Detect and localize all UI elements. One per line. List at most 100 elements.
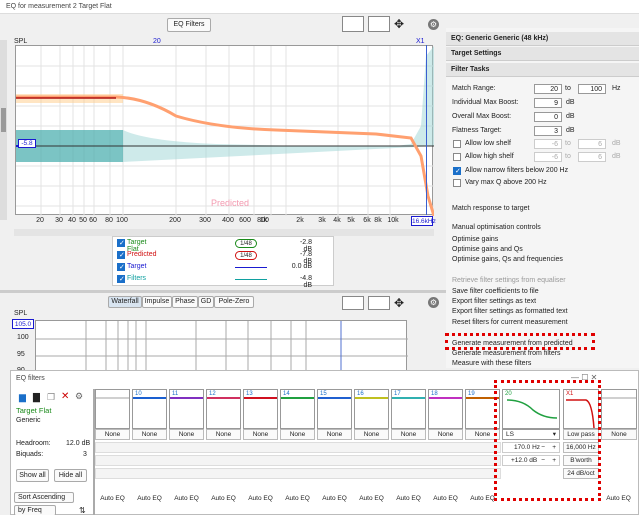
display-icon[interactable]	[342, 16, 364, 32]
legend-checkbox[interactable]	[117, 251, 125, 259]
low-shelf-max[interactable]: 6	[578, 139, 606, 149]
optimise-gains-link[interactable]: Optimise gains	[452, 236, 498, 243]
eq-header[interactable]: EQ: Generic Generic (48 kHz)	[446, 32, 639, 46]
folder-icon[interactable]: ▆	[19, 392, 26, 403]
filter-type[interactable]: None	[280, 429, 315, 440]
tick-label: 3k	[318, 217, 326, 224]
narrow-filters-checkbox[interactable]	[453, 167, 461, 175]
export-text-link[interactable]: Export filter settings as text	[452, 298, 536, 305]
lower-tabs: Waterfall Impulse Phase GD Pole-Zero	[108, 296, 254, 308]
sort-dropdown[interactable]: Sort Ascending	[14, 492, 74, 503]
legend-checkbox[interactable]	[117, 239, 125, 247]
tick-label: 60	[89, 217, 97, 224]
filter-type[interactable]: None	[243, 429, 278, 440]
filter-type[interactable]: None	[132, 429, 167, 440]
filter-tasks-header[interactable]: Filter Tasks	[446, 63, 639, 77]
highlight-filters	[494, 380, 601, 501]
match-range-from[interactable]: 20	[534, 84, 562, 94]
filter-slot[interactable]: 10	[132, 389, 167, 429]
delete-icon[interactable]: ✕	[61, 391, 69, 402]
save-coeff-link[interactable]: Save filter coefficients to file	[452, 288, 539, 295]
tick-label: 4k	[333, 217, 341, 224]
match-range-to-label: to	[565, 85, 571, 92]
low-shelf-min[interactable]: -6	[534, 139, 562, 149]
optimise-gains-qs-link[interactable]: Optimise gains and Qs	[452, 246, 523, 253]
filter-slot-extra[interactable]	[601, 389, 637, 429]
high-shelf-to: to	[565, 153, 571, 160]
filter-slot[interactable]: 11	[169, 389, 204, 429]
headroom-value: 12.0 dB	[66, 440, 91, 447]
move-arrows-icon-2[interactable]: ✥	[391, 296, 407, 310]
filter-type[interactable]: None	[354, 429, 389, 440]
vary-q-checkbox[interactable]	[453, 179, 461, 187]
copy-icon[interactable]: ❐	[47, 392, 55, 403]
filter-curve	[429, 397, 462, 399]
high-shelf-checkbox[interactable]	[453, 153, 461, 161]
filter-curve	[133, 397, 166, 399]
tab-pole-zero[interactable]: Pole-Zero	[214, 296, 254, 308]
filter-type[interactable]: None	[317, 429, 352, 440]
filter-curve	[392, 397, 425, 399]
filter-type[interactable]: None	[428, 429, 463, 440]
filter-type[interactable]: None	[206, 429, 241, 440]
low-shelf-checkbox[interactable]	[453, 140, 461, 148]
scroll-thumb[interactable]	[1, 108, 6, 132]
generate-from-filters-link[interactable]: Generate measurement from filters	[452, 350, 561, 357]
overall-boost-input[interactable]: 0	[534, 112, 562, 122]
tab-impulse[interactable]: Impulse	[142, 296, 172, 308]
retrieve-link[interactable]: Retrieve filter settings from equaliser	[452, 277, 566, 284]
settings-icon[interactable]: ⚙	[75, 391, 83, 402]
display2-icon[interactable]	[368, 16, 390, 32]
high-shelf-min[interactable]: -6	[534, 152, 562, 162]
tab-gd[interactable]: GD	[198, 296, 214, 308]
hide-all-button[interactable]: Hide all	[54, 469, 87, 482]
filter-slot[interactable]: 15	[317, 389, 352, 429]
filter-type[interactable]: None	[601, 429, 637, 440]
move-arrows-icon[interactable]: ✥	[391, 17, 407, 31]
measure-with-filters-link[interactable]: Measure with these filters	[452, 360, 531, 367]
filter-slot[interactable]: 16	[354, 389, 389, 429]
tab-waterfall[interactable]: Waterfall	[108, 296, 142, 308]
target-settings-header[interactable]: Target Settings	[446, 47, 639, 61]
filter-slot[interactable]	[95, 389, 130, 429]
smoothing-box[interactable]: 1/48	[235, 239, 257, 248]
filter-type[interactable]: None	[391, 429, 426, 440]
tab-phase[interactable]: Phase	[172, 296, 198, 308]
high-shelf-max[interactable]: 6	[578, 152, 606, 162]
filter-slot[interactable]: 18	[428, 389, 463, 429]
filter-slot[interactable]: 14	[280, 389, 315, 429]
smoothing-box[interactable]: 1/48	[235, 251, 257, 260]
tick-label: 200	[169, 217, 181, 224]
filter-slot[interactable]: 17	[391, 389, 426, 429]
match-range-to[interactable]: 100	[578, 84, 606, 94]
reset-filters-link[interactable]: Reset filters for current measurement	[452, 319, 568, 326]
display-icon-2[interactable]	[342, 296, 364, 310]
filter-type[interactable]: None	[95, 429, 130, 440]
optimise-gains-qs-freq-link[interactable]: Optimise gains, Qs and frequencies	[452, 256, 563, 263]
sort-by-dropdown[interactable]: by Freq	[14, 505, 56, 515]
eq-filters-button[interactable]: EQ Filters	[167, 18, 211, 32]
horizontal-scrollbar[interactable]	[14, 229, 434, 236]
export-formatted-link[interactable]: Export filter settings as formatted text	[452, 308, 568, 315]
waterfall-plot[interactable]	[35, 320, 408, 373]
settings-gear-icon[interactable]: ⚙	[428, 19, 439, 30]
filter-slot[interactable]: 13	[243, 389, 278, 429]
match-response-link[interactable]: Match response to target	[452, 205, 529, 212]
filter-slot[interactable]: 12	[206, 389, 241, 429]
legend-checkbox[interactable]	[117, 275, 125, 283]
settings-gear-icon-2[interactable]: ⚙	[428, 297, 439, 308]
flatness-input[interactable]: 3	[534, 126, 562, 136]
filter-type[interactable]: None	[169, 429, 204, 440]
match-range-label: Match Range:	[452, 85, 496, 92]
main-plot[interactable]: Predicted	[15, 45, 434, 216]
x-axis: 20 30 40 50 60 80 100 200 300 400 600 80…	[15, 217, 433, 227]
filter-curve	[96, 397, 129, 399]
indiv-boost-input[interactable]: 9	[534, 98, 562, 108]
legend-checkbox[interactable]	[117, 263, 125, 271]
sort-direction-icon[interactable]: ⇅	[79, 506, 86, 515]
overall-boost-unit: dB	[566, 113, 575, 120]
display2-icon-2[interactable]	[368, 296, 390, 310]
save-icon[interactable]: ▇	[33, 392, 40, 403]
show-all-button[interactable]: Show all	[16, 469, 49, 482]
splitter[interactable]	[0, 290, 446, 293]
